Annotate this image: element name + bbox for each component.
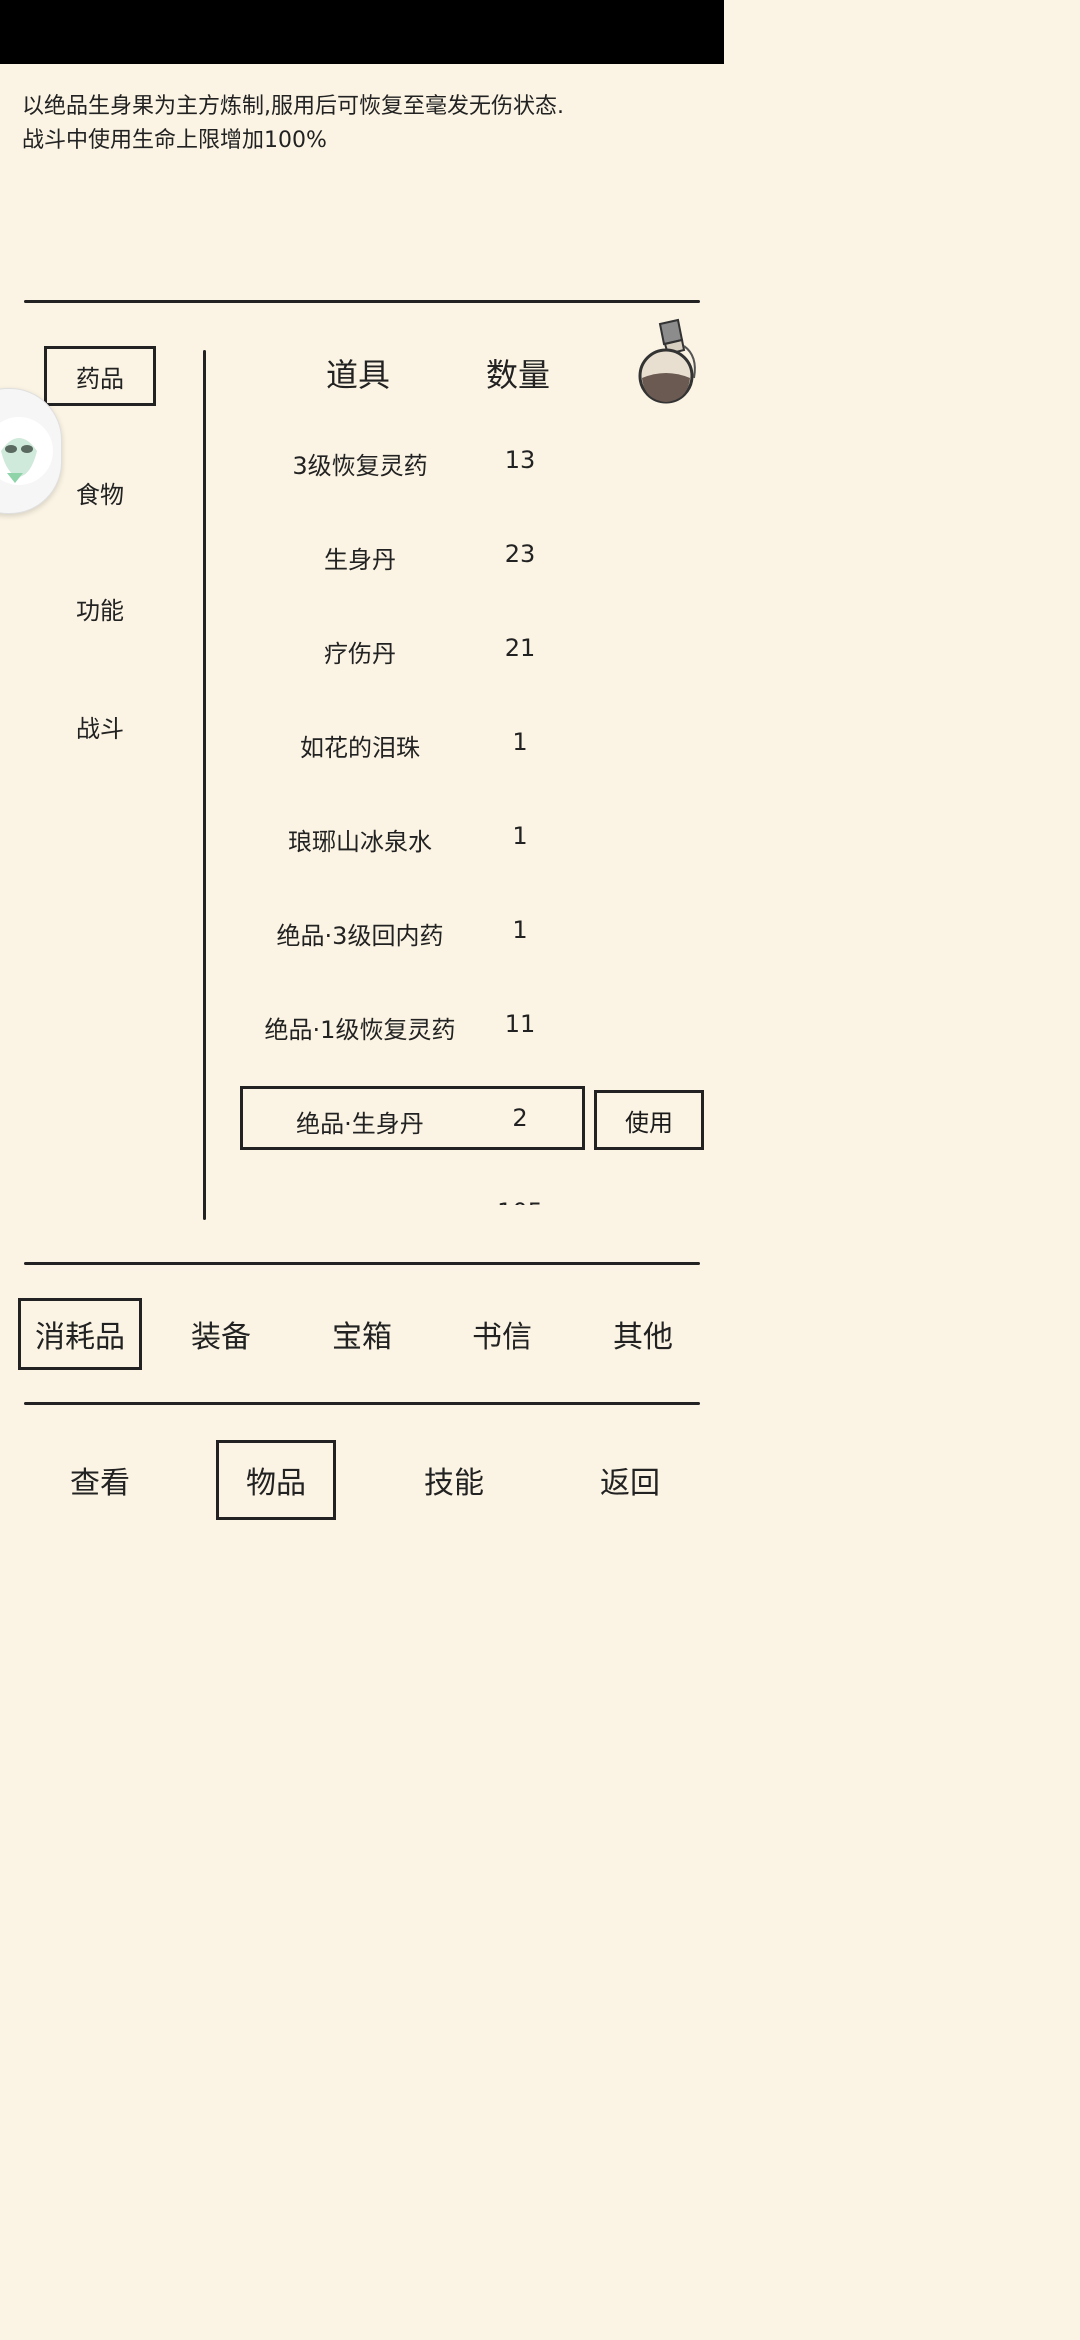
table-row[interactable]: 生身丹 23	[240, 522, 640, 586]
nav-skills[interactable]: 技能	[394, 1440, 514, 1520]
category-function[interactable]: 功能	[44, 578, 156, 638]
nav-back[interactable]: 返回	[570, 1440, 690, 1520]
item-name: 疗伤丹	[324, 640, 396, 668]
item-name: 生身丹	[324, 546, 396, 574]
category-label: 功能	[76, 596, 124, 625]
tab-consumables[interactable]: 消耗品	[18, 1298, 142, 1370]
item-name: 绝品·3级回内药	[276, 922, 444, 950]
table-row-selected[interactable]: 绝品·生身丹 2	[240, 1086, 585, 1150]
nav-label: 返回	[600, 1466, 660, 1501]
item-description: 以绝品生身果为主方炼制,服用后可恢复至毫发无伤状态. 战斗中使用生命上限增加10…	[22, 90, 712, 158]
divider-middle	[24, 1262, 700, 1265]
table-row[interactable]: 疗伤丹 21	[240, 616, 640, 680]
table-row[interactable]: 绝品·1级恢复灵药 11	[240, 992, 640, 1056]
tab-label: 消耗品	[35, 1320, 125, 1355]
item-count: 21	[504, 634, 536, 662]
potion-flask-icon	[638, 318, 696, 404]
nav-items[interactable]: 物品	[216, 1440, 336, 1520]
tab-chests[interactable]: 宝箱	[300, 1298, 424, 1370]
category-battle[interactable]: 战斗	[44, 696, 156, 756]
table-row[interactable]: 琅琊山冰泉水 1	[240, 804, 640, 868]
item-count: 2	[512, 1104, 528, 1132]
category-label: 药品	[76, 364, 124, 393]
floating-assistant-icon	[0, 417, 53, 485]
column-header-count: 数量	[486, 356, 551, 394]
table-row[interactable]: 米酒 105	[240, 1180, 640, 1205]
tab-letters[interactable]: 书信	[440, 1298, 564, 1370]
tab-label: 宝箱	[332, 1320, 392, 1355]
divider-bottom	[24, 1402, 700, 1405]
item-count: 23	[504, 540, 536, 568]
description-line-1: 以绝品生身果为主方炼制,服用后可恢复至毫发无伤状态.	[22, 94, 564, 119]
table-row[interactable]: 3级恢复灵药 13	[240, 428, 640, 492]
nav-label: 查看	[70, 1466, 130, 1501]
table-row[interactable]: 如花的泪珠 1	[240, 710, 640, 774]
nav-view[interactable]: 查看	[40, 1440, 160, 1520]
item-name: 琅琊山冰泉水	[288, 828, 432, 856]
item-name: 绝品·1级恢复灵药	[264, 1016, 456, 1044]
category-label: 战斗	[76, 714, 124, 743]
item-name: 绝品·生身丹	[296, 1110, 424, 1138]
divider-vertical	[203, 350, 206, 1220]
item-name: 米酒	[240, 1198, 480, 1205]
category-label: 食物	[76, 480, 124, 509]
divider-top	[24, 300, 700, 303]
item-count: 13	[504, 446, 536, 474]
tab-label: 装备	[191, 1320, 251, 1355]
floating-assistant-button[interactable]	[0, 388, 62, 514]
status-bar	[0, 0, 724, 64]
column-header-item: 道具	[326, 356, 391, 394]
item-name: 3级恢复灵药	[292, 452, 428, 480]
table-row[interactable]: 绝品·3级回内药 1	[240, 898, 640, 962]
tab-label: 书信	[472, 1320, 532, 1355]
description-line-2: 战斗中使用生命上限增加100%	[22, 128, 327, 153]
item-name: 如花的泪珠	[300, 734, 420, 762]
nav-label: 物品	[246, 1466, 306, 1501]
tab-equipment[interactable]: 装备	[159, 1298, 283, 1370]
nav-label: 技能	[424, 1466, 484, 1501]
item-count: 11	[504, 1010, 536, 1038]
item-count: 1	[512, 728, 528, 756]
use-button[interactable]: 使用	[594, 1090, 704, 1150]
item-list[interactable]: 3级恢复灵药 13 生身丹 23 疗伤丹 21 如花的泪珠 1 琅琊山冰泉水 1…	[240, 410, 640, 1205]
item-count: 105	[470, 1198, 570, 1205]
item-count: 1	[512, 916, 528, 944]
tab-other[interactable]: 其他	[581, 1298, 705, 1370]
tab-label: 其他	[613, 1320, 673, 1355]
item-count: 1	[512, 822, 528, 850]
